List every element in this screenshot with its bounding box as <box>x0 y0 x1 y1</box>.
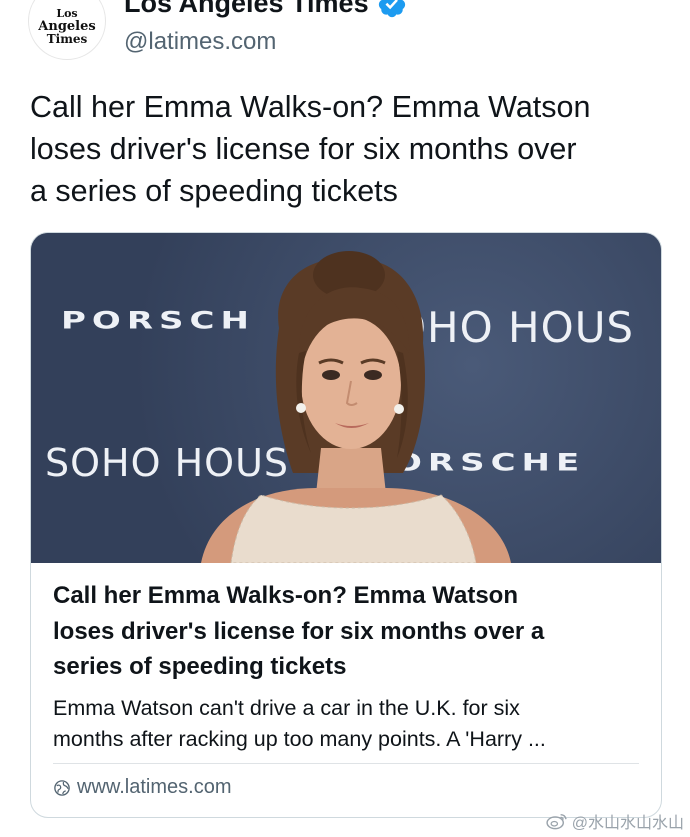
card-description-line: months after racking up too many points.… <box>53 726 546 751</box>
portrait-photo <box>201 251 511 563</box>
card-title-line: loses driver's license for six months ov… <box>53 617 545 645</box>
card-divider <box>53 763 639 764</box>
author-handle[interactable]: @latimes.com <box>124 28 276 56</box>
weibo-icon <box>546 813 567 830</box>
card-domain-link[interactable]: www.latimes.com <box>53 776 231 799</box>
card-title-line: series of speeding tickets <box>53 653 347 680</box>
avatar-text-line: Times <box>46 31 88 46</box>
tweet-text: Call her Emma Walks-on? Emma Watson lose… <box>30 86 670 212</box>
watermark: @水山水山水山 <box>546 809 684 833</box>
author-avatar[interactable]: Los Angeles Times <box>28 0 106 60</box>
card-description-line: Emma Watson can't drive a car in the U.K… <box>53 695 520 720</box>
globe-icon <box>54 779 70 796</box>
card-description: Emma Watson can't drive a car in the U.K… <box>53 693 643 755</box>
card-title: Call her Emma Walks-on? Emma Watson lose… <box>53 578 643 685</box>
tweet-text-line: a series of speeding tickets <box>30 174 398 208</box>
card-title-line: Call her Emma Walks-on? Emma Watson <box>53 582 518 609</box>
tweet-text-line: loses driver's license for six months ov… <box>30 132 577 166</box>
watermark-text: @水山水山水山 <box>571 815 684 832</box>
card-domain-text: www.latimes.com <box>77 776 232 798</box>
verified-badge-icon <box>378 0 405 17</box>
avatar-text-line: Angeles <box>38 18 96 34</box>
card-body[interactable]: Call her Emma Walks-on? Emma Watson lose… <box>53 578 643 755</box>
link-preview-card[interactable]: PORSCH OHO HOUS SOHO HOUS ORSCHE Call he… <box>30 232 662 818</box>
tweet-text-line: Call her Emma Walks-on? Emma Watson <box>30 90 591 124</box>
card-image[interactable]: PORSCH OHO HOUS SOHO HOUS ORSCHE <box>31 233 661 563</box>
author-display-name[interactable]: Los Angeles Times <box>124 0 407 19</box>
avatar-text-line: Los <box>56 6 78 20</box>
author-name-text: Los Angeles Times <box>124 0 369 18</box>
